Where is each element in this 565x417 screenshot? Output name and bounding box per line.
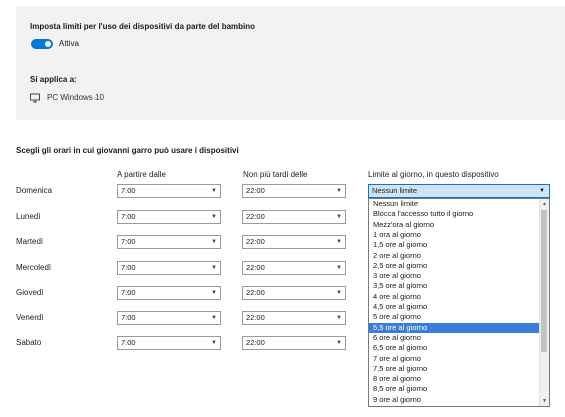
end-time-select[interactable]: 22:00 ▼	[242, 311, 346, 325]
end-time-select[interactable]: 22:00 ▼	[242, 235, 346, 249]
chevron-down-icon: ▼	[336, 214, 342, 220]
limit-option[interactable]: 3 ore al giorno	[369, 271, 541, 281]
daily-limit-value: Nessun limite	[372, 186, 418, 195]
start-time-select-value: 7:00	[121, 263, 136, 272]
daily-limit-select[interactable]: Nessun limite ▼	[368, 184, 550, 198]
day-label: Martedì	[16, 237, 44, 246]
limit-option[interactable]: 3,5 ore al giorno	[369, 281, 541, 291]
limit-option[interactable]: 1,5 ore al giorno	[369, 240, 541, 250]
start-time-select-value: 7:00	[121, 212, 136, 221]
end-time-select[interactable]: 22:00 ▼	[242, 210, 346, 224]
limit-option[interactable]: Blocca l'accesso tutto il giorno	[369, 209, 541, 219]
scroll-down-arrow-icon[interactable]: ▼	[540, 396, 549, 406]
day-label: Sabato	[16, 338, 42, 347]
start-time-select[interactable]: 7:00 ▼	[117, 311, 221, 325]
settings-title: Imposta limiti per l'uso dei dispositivi…	[30, 22, 256, 31]
start-time-select-value: 7:00	[121, 338, 136, 347]
schedule-title: Scegli gli orari in cui giovanni garro p…	[16, 146, 239, 155]
settings-panel: Imposta limiti per l'uso dei dispositivi…	[16, 6, 565, 120]
end-time-select-value: 22:00	[246, 338, 265, 347]
start-time-select[interactable]: 7:00 ▼	[117, 286, 221, 300]
chevron-down-icon: ▼	[211, 188, 217, 194]
end-time-select[interactable]: 22:00 ▼	[242, 184, 346, 198]
toggle-label: Attiva	[59, 39, 80, 48]
chevron-down-icon: ▼	[211, 290, 217, 296]
limit-option[interactable]: 2 ore al giorno	[369, 251, 541, 261]
day-label: Venerdì	[16, 313, 44, 322]
scroll-up-arrow-icon[interactable]: ▲	[540, 199, 549, 209]
start-time-select-value: 7:00	[121, 288, 136, 297]
limit-option[interactable]: 7,5 ore al giorno	[369, 364, 541, 374]
col-header-from: A partire dalle	[117, 170, 166, 179]
chevron-down-icon: ▼	[211, 239, 217, 245]
end-time-select[interactable]: 22:00 ▼	[242, 286, 346, 300]
start-time-select[interactable]: 7:00 ▼	[117, 235, 221, 249]
limit-option[interactable]: 2,5 ore al giorno	[369, 261, 541, 271]
toggle-knob	[45, 41, 51, 47]
start-time-select-value: 7:00	[121, 313, 136, 322]
end-time-select-value: 22:00	[246, 212, 265, 221]
chevron-down-icon: ▼	[336, 340, 342, 346]
start-time-select[interactable]: 7:00 ▼	[117, 261, 221, 275]
end-time-select-value: 22:00	[246, 263, 265, 272]
end-time-select-value: 22:00	[246, 237, 265, 246]
chevron-down-icon: ▼	[211, 340, 217, 346]
chevron-down-icon: ▼	[336, 188, 342, 194]
limit-option[interactable]: Nessun limite	[369, 199, 541, 209]
end-time-select-value: 22:00	[246, 288, 265, 297]
scroll-thumb[interactable]	[541, 210, 547, 352]
chevron-down-icon: ▼	[211, 315, 217, 321]
limit-option[interactable]: 4,5 ore al giorno	[369, 302, 541, 312]
chevron-down-icon: ▼	[211, 265, 217, 271]
dropdown-scrollbar[interactable]: ▲ ▼	[539, 199, 549, 406]
chevron-down-icon: ▼	[211, 214, 217, 220]
limit-option[interactable]: 8 ore al giorno	[369, 374, 541, 384]
applies-to-title: Si applica a:	[30, 75, 77, 84]
col-header-limit: Limite al giorno, in questo dispositivo	[368, 170, 499, 179]
limit-option[interactable]: 5 ore al giorno	[369, 312, 541, 322]
limit-option[interactable]: 9 ore al giorno	[369, 395, 541, 405]
chevron-down-icon: ▼	[336, 315, 342, 321]
chevron-down-icon: ▼	[336, 239, 342, 245]
monitor-icon	[30, 93, 40, 103]
end-time-select[interactable]: 22:00 ▼	[242, 336, 346, 350]
chevron-down-icon: ▼	[336, 265, 342, 271]
day-label: Giovedì	[16, 288, 44, 297]
day-label: Lunedì	[16, 212, 41, 221]
limit-option[interactable]: 6,5 ore al giorno	[369, 343, 541, 353]
daily-limit-dropdown[interactable]: Nessun limite Blocca l'accesso tutto il g…	[368, 198, 550, 407]
limits-toggle[interactable]	[31, 39, 53, 49]
end-time-select-value: 22:00	[246, 186, 265, 195]
limit-option[interactable]: 1 ora al giorno	[369, 230, 541, 240]
device-name: PC Windows 10	[47, 93, 104, 102]
limit-option[interactable]: 7 ore al giorno	[369, 354, 541, 364]
limit-option[interactable]: 4 ore al giorno	[369, 292, 541, 302]
limit-option[interactable]: 5,5 ore al giorno	[369, 322, 541, 333]
start-time-select[interactable]: 7:00 ▼	[117, 336, 221, 350]
limit-option[interactable]: Mezz'ora al giorno	[369, 220, 541, 230]
start-time-select[interactable]: 7:00 ▼	[117, 210, 221, 224]
day-label: Mercoledì	[16, 263, 52, 272]
chevron-down-icon: ▼	[336, 290, 342, 296]
day-label: Domenica	[16, 186, 53, 195]
start-time-select-value: 7:00	[121, 237, 136, 246]
col-header-to: Non più tardi delle	[243, 170, 308, 179]
end-time-select-value: 22:00	[246, 313, 265, 322]
chevron-down-icon: ▼	[539, 188, 545, 194]
start-time-select-value: 7:00	[121, 186, 136, 195]
start-time-select[interactable]: 7:00 ▼	[117, 184, 221, 198]
end-time-select[interactable]: 22:00 ▼	[242, 261, 346, 275]
limit-option[interactable]: 6 ore al giorno	[369, 333, 541, 343]
limit-option[interactable]: 8,5 ore al giorno	[369, 384, 541, 394]
